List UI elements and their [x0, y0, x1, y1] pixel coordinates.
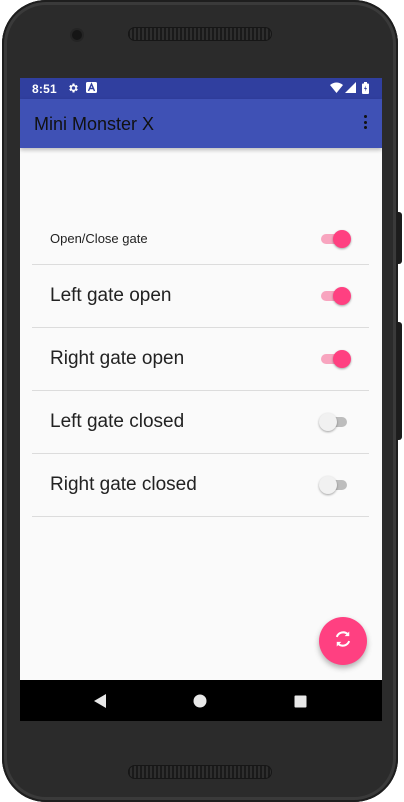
- setting-label: Open/Close gate: [50, 231, 148, 246]
- setting-row-left-gate-closed[interactable]: Left gate closed: [32, 391, 369, 454]
- volume-button: [397, 322, 402, 440]
- back-icon[interactable]: [91, 692, 109, 710]
- right-gate-open-switch[interactable]: [321, 349, 351, 369]
- app-title: Mini Monster X: [34, 114, 155, 134]
- system-nav-bar: [20, 680, 382, 721]
- phone-frame: 8:51 Mini Monster X Open/Close gate Left…: [2, 0, 402, 802]
- switch-thumb: [319, 413, 337, 431]
- setting-label: Right gate open: [50, 348, 185, 369]
- setting-label: Left gate open: [50, 285, 172, 306]
- left-gate-open-switch[interactable]: [321, 286, 351, 306]
- bottom-speaker: [128, 765, 272, 779]
- setting-row-right-gate-open[interactable]: Right gate open: [32, 328, 369, 391]
- settings-list: Open/Close gate Left gate open Right gat…: [32, 216, 369, 517]
- status-bar: 8:51: [20, 78, 382, 99]
- status-time: 8:51: [32, 82, 57, 96]
- open-close-gate-switch[interactable]: [321, 229, 351, 249]
- refresh-fab-button[interactable]: [319, 617, 367, 665]
- settings-gear-icon: [67, 82, 79, 97]
- setting-row-right-gate-closed[interactable]: Right gate closed: [32, 454, 369, 517]
- setting-label: Right gate closed: [50, 474, 197, 495]
- refresh-icon: [333, 629, 353, 654]
- battery-icon: [362, 82, 369, 97]
- wifi-icon: [330, 82, 343, 96]
- left-gate-closed-switch[interactable]: [319, 412, 349, 432]
- signal-icon: [345, 82, 356, 96]
- recents-icon[interactable]: [291, 692, 309, 710]
- switch-thumb: [319, 476, 337, 494]
- setting-label: Left gate closed: [50, 411, 185, 432]
- a-notification-icon: [86, 82, 97, 96]
- switch-thumb: [333, 287, 351, 305]
- home-icon[interactable]: [191, 692, 209, 710]
- setting-row-open-close-gate[interactable]: Open/Close gate: [32, 216, 369, 265]
- earpiece-speaker: [128, 27, 272, 41]
- switch-thumb: [333, 230, 351, 248]
- overflow-menu-icon[interactable]: [364, 115, 368, 131]
- app-screen: 8:51 Mini Monster X Open/Close gate Left…: [20, 78, 382, 721]
- front-camera: [72, 30, 82, 40]
- right-gate-closed-switch[interactable]: [319, 475, 349, 495]
- switch-thumb: [333, 350, 351, 368]
- setting-row-left-gate-open[interactable]: Left gate open: [32, 265, 369, 328]
- app-toolbar: Mini Monster X: [20, 99, 382, 148]
- power-button: [397, 212, 402, 264]
